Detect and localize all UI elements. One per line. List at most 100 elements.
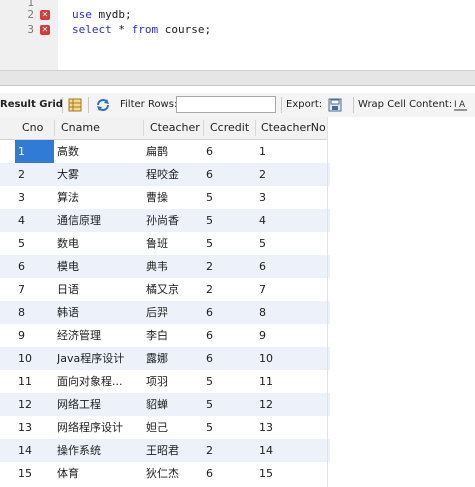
cell-cname[interactable]: 日语: [57, 278, 139, 301]
cell-cteacherno[interactable]: 6: [259, 255, 319, 278]
cell-cno[interactable]: 11: [18, 370, 50, 393]
cell-cteacher[interactable]: 程咬金: [146, 163, 202, 186]
cell-cteacherno[interactable]: 8: [259, 301, 319, 324]
cell-cname[interactable]: 通信原理: [57, 209, 139, 232]
table-row[interactable]: 14 操作系统 王昭君 2 14: [0, 439, 330, 462]
cell-cname[interactable]: 操作系统: [57, 439, 139, 462]
sql-editor[interactable]: 1 2 ✕ use mydb; 3 ✕ select * from course…: [0, 0, 475, 70]
column-divider[interactable]: [255, 120, 256, 136]
cell-cteacher[interactable]: 曹操: [146, 186, 202, 209]
code-text[interactable]: select * from course;: [72, 23, 211, 37]
cell-cname[interactable]: 体育: [57, 462, 139, 485]
table-row[interactable]: 9 经济管理 李白 6 9: [0, 324, 330, 347]
table-row[interactable]: 12 网络工程 貂蝉 5 12: [0, 393, 330, 416]
table-row[interactable]: 13 网络程序设计 妲己 5 13: [0, 416, 330, 439]
cell-ccredit[interactable]: 6: [206, 301, 252, 324]
cell-ccredit[interactable]: 5: [206, 370, 252, 393]
panel-splitter[interactable]: [0, 70, 475, 86]
result-grid[interactable]: Cno Cname Cteacher Ccredit CteacherNo 1高…: [0, 117, 475, 487]
table-row[interactable]: 4 通信原理 孙尚香 5 4: [0, 209, 330, 232]
cell-cno[interactable]: 9: [18, 324, 50, 347]
cell-cname[interactable]: 经济管理: [57, 324, 139, 347]
cell-cno[interactable]: 2: [18, 163, 50, 186]
table-row[interactable]: 15 体育 狄仁杰 6 15: [0, 462, 330, 485]
table-row[interactable]: 3 算法 曹操 5 3: [0, 186, 330, 209]
table-row[interactable]: 10 Java程序设计 露娜 6 10: [0, 347, 330, 370]
column-header-cno[interactable]: Cno: [22, 117, 43, 139]
cell-cname[interactable]: Java程序设计: [57, 347, 139, 370]
column-divider[interactable]: [143, 120, 144, 136]
cell-cteacherno[interactable]: 7: [259, 278, 319, 301]
cell-cteacherno[interactable]: 2: [259, 163, 319, 186]
column-header-cteacher[interactable]: Cteacher: [150, 117, 200, 139]
cell-ccredit[interactable]: 2: [206, 255, 252, 278]
cell-cteacher[interactable]: 李白: [146, 324, 202, 347]
cell-cteacherno[interactable]: 11: [259, 370, 319, 393]
cell-cteacher[interactable]: 狄仁杰: [146, 462, 202, 485]
cell-cno[interactable]: 3: [18, 186, 50, 209]
cell-cno[interactable]: 4: [18, 209, 50, 232]
table-row[interactable]: 2 大雾 程咬金 6 2: [0, 163, 330, 186]
cell-cteacher[interactable]: 扁鹊: [146, 140, 202, 163]
filter-rows-input[interactable]: [176, 96, 276, 113]
cell-cname[interactable]: 高数: [57, 140, 139, 163]
cell-cteacherno[interactable]: 9: [259, 324, 319, 347]
table-row[interactable]: 11 面向对象程... 项羽 5 11: [0, 370, 330, 393]
cell-ccredit[interactable]: 2: [206, 278, 252, 301]
cell-ccredit[interactable]: 6: [206, 140, 252, 163]
cell-cno[interactable]: 14: [18, 439, 50, 462]
column-divider[interactable]: [54, 120, 55, 136]
refresh-icon[interactable]: [95, 98, 111, 112]
error-x-icon[interactable]: ✕: [40, 25, 50, 35]
cell-cteacher[interactable]: 鲁班: [146, 232, 202, 255]
cell-cteacherno[interactable]: 13: [259, 416, 319, 439]
cell-cteacherno[interactable]: 5: [259, 232, 319, 255]
column-divider[interactable]: [203, 120, 204, 136]
column-header-cname[interactable]: Cname: [61, 117, 100, 139]
cell-cteacher[interactable]: 貂蝉: [146, 393, 202, 416]
cell-ccredit[interactable]: 5: [206, 393, 252, 416]
cell-ccredit[interactable]: 6: [206, 462, 252, 485]
table-row[interactable]: 1 高数 扁鹊 6 1: [0, 140, 330, 163]
export-icon[interactable]: [328, 98, 344, 112]
cell-cteacher[interactable]: 孙尚香: [146, 209, 202, 232]
cell-cname[interactable]: 韩语: [57, 301, 139, 324]
error-x-icon[interactable]: ✕: [40, 10, 50, 20]
cell-cteacher[interactable]: 橘又京: [146, 278, 202, 301]
cell-cteacher[interactable]: 露娜: [146, 347, 202, 370]
cell-ccredit[interactable]: 5: [206, 209, 252, 232]
cell-cteacher[interactable]: 王昭君: [146, 439, 202, 462]
cell-cteacherno[interactable]: 10: [259, 347, 319, 370]
cell-cno[interactable]: 1: [15, 140, 54, 163]
table-row[interactable]: 7 日语 橘又京 2 7: [0, 278, 330, 301]
cell-cteacher[interactable]: 典韦: [146, 255, 202, 278]
cell-cno[interactable]: 7: [18, 278, 50, 301]
grid-icon[interactable]: [68, 98, 82, 112]
table-row[interactable]: 5 数电 鲁班 5 5: [0, 232, 330, 255]
cell-cteacher[interactable]: 后羿: [146, 301, 202, 324]
editor-line-2[interactable]: 2 ✕ use mydb;: [0, 8, 475, 22]
wrap-icon[interactable]: I A: [453, 98, 469, 112]
cell-ccredit[interactable]: 5: [206, 416, 252, 439]
cell-cname[interactable]: 模电: [57, 255, 139, 278]
cell-cname[interactable]: 网络工程: [57, 393, 139, 416]
cell-ccredit[interactable]: 5: [206, 232, 252, 255]
cell-ccredit[interactable]: 2: [206, 439, 252, 462]
cell-cteacherno[interactable]: 12: [259, 393, 319, 416]
cell-cname[interactable]: 面向对象程...: [57, 370, 139, 393]
cell-cteacherno[interactable]: 15: [259, 462, 319, 485]
cell-cno[interactable]: 6: [18, 255, 50, 278]
cell-cno[interactable]: 5: [18, 232, 50, 255]
cell-cno[interactable]: 10: [18, 347, 50, 370]
cell-cteacherno[interactable]: 4: [259, 209, 319, 232]
column-header-ccredit[interactable]: Ccredit: [210, 117, 249, 139]
cell-ccredit[interactable]: 6: [206, 347, 252, 370]
column-header-cteacherno[interactable]: CteacherNo: [261, 117, 326, 139]
cell-cteacher[interactable]: 项羽: [146, 370, 202, 393]
result-grid-tab[interactable]: Result Grid: [0, 93, 63, 117]
cell-ccredit[interactable]: 6: [206, 163, 252, 186]
cell-cno[interactable]: 8: [18, 301, 50, 324]
cell-cno[interactable]: 15: [18, 462, 50, 485]
cell-cteacher[interactable]: 妲己: [146, 416, 202, 439]
cell-cteacherno[interactable]: 3: [259, 186, 319, 209]
